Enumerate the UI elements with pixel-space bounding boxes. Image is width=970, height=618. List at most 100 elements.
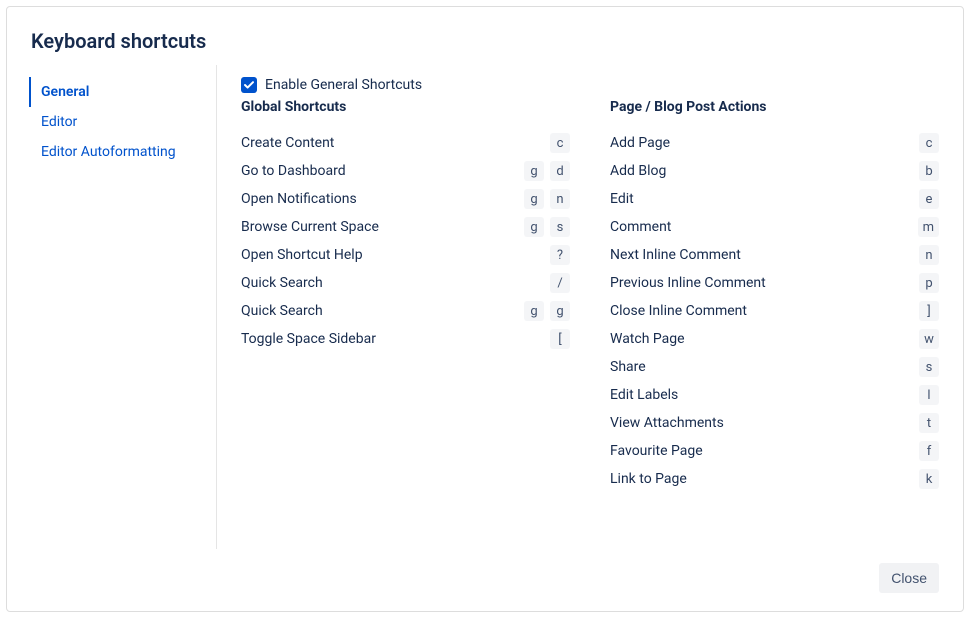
shortcut-label: Add Page bbox=[610, 135, 919, 151]
shortcut-row: Open Shortcut Help? bbox=[241, 241, 570, 269]
sidebar-item-label: Editor bbox=[41, 114, 77, 130]
shortcut-keys: w bbox=[919, 329, 939, 349]
keyboard-key: d bbox=[550, 161, 570, 181]
shortcut-keys: f bbox=[919, 441, 939, 461]
shortcut-columns: Global ShortcutsCreate ContentcGo to Das… bbox=[241, 99, 939, 493]
content-panel: Enable General Shortcuts Global Shortcut… bbox=[217, 65, 939, 549]
shortcut-label: Next Inline Comment bbox=[610, 247, 919, 263]
keyboard-key: c bbox=[550, 133, 570, 153]
shortcut-keys: p bbox=[919, 273, 939, 293]
keyboard-key: t bbox=[919, 413, 939, 433]
keyboard-key: s bbox=[919, 357, 939, 377]
keyboard-key: c bbox=[919, 133, 939, 153]
shortcut-keys: / bbox=[550, 273, 570, 293]
shortcut-row: Browse Current Spacegs bbox=[241, 213, 570, 241]
shortcut-row: View Attachmentst bbox=[610, 409, 939, 437]
sidebar: General Editor Editor Autoformatting bbox=[31, 65, 217, 549]
keyboard-key: n bbox=[919, 245, 939, 265]
keyboard-key: f bbox=[919, 441, 939, 461]
shortcut-keys: t bbox=[919, 413, 939, 433]
shortcut-keys: l bbox=[919, 385, 939, 405]
sidebar-item-editor-autoformatting[interactable]: Editor Autoformatting bbox=[29, 137, 208, 167]
sidebar-item-label: Editor Autoformatting bbox=[41, 144, 176, 160]
shortcut-label: Edit bbox=[610, 191, 919, 207]
keyboard-key: w bbox=[919, 329, 939, 349]
shortcut-row: Quick Search/ bbox=[241, 269, 570, 297]
shortcut-keys: n bbox=[919, 245, 939, 265]
shortcut-label: Close Inline Comment bbox=[610, 303, 919, 319]
keyboard-key: e bbox=[919, 189, 939, 209]
sidebar-item-editor[interactable]: Editor bbox=[29, 107, 208, 137]
column-title: Global Shortcuts bbox=[241, 99, 570, 115]
shortcut-row: Previous Inline Commentp bbox=[610, 269, 939, 297]
keyboard-key: s bbox=[550, 217, 570, 237]
close-button[interactable]: Close bbox=[879, 563, 939, 593]
shortcut-row: Favourite Pagef bbox=[610, 437, 939, 465]
shortcut-label: Open Notifications bbox=[241, 191, 524, 207]
shortcut-keys: e bbox=[919, 189, 939, 209]
shortcut-row: Open Notificationsgn bbox=[241, 185, 570, 213]
column-title: Page / Blog Post Actions bbox=[610, 99, 939, 115]
shortcut-label: View Attachments bbox=[610, 415, 919, 431]
keyboard-key: [ bbox=[550, 329, 570, 349]
shortcut-label: Previous Inline Comment bbox=[610, 275, 919, 291]
shortcut-row: Add Blogb bbox=[610, 157, 939, 185]
shortcut-label: Browse Current Space bbox=[241, 219, 524, 235]
keyboard-key: g bbox=[524, 301, 544, 321]
sidebar-item-label: General bbox=[41, 84, 89, 100]
keyboard-key: k bbox=[919, 469, 939, 489]
shortcut-column: Page / Blog Post ActionsAdd PagecAdd Blo… bbox=[610, 99, 939, 493]
shortcut-keys: s bbox=[919, 357, 939, 377]
shortcut-keys: gg bbox=[524, 301, 570, 321]
shortcut-keys: gd bbox=[524, 161, 570, 181]
shortcut-column: Global Shortcuts Create Contentc Go to Das… bbox=[241, 99, 570, 493]
keyboard-key: n bbox=[550, 189, 570, 209]
enable-shortcuts-label: Enable General Shortcuts bbox=[265, 77, 422, 93]
keyboard-key: b bbox=[919, 161, 939, 181]
dialog-body: General Editor Editor Autoformatting Enabl… bbox=[7, 65, 963, 549]
keyboard-key: p bbox=[919, 273, 939, 293]
keyboard-key: g bbox=[524, 189, 544, 209]
enable-shortcuts-row: Enable General Shortcuts bbox=[241, 77, 939, 93]
shortcut-row: Edite bbox=[610, 185, 939, 213]
shortcut-keys: ] bbox=[919, 301, 939, 321]
keyboard-key: ] bbox=[919, 301, 939, 321]
shortcut-label: Share bbox=[610, 359, 919, 375]
shortcut-row: Create Contentc bbox=[241, 129, 570, 157]
keyboard-key: g bbox=[550, 301, 570, 321]
shortcut-label: Comment bbox=[610, 219, 918, 235]
shortcut-keys: m bbox=[918, 217, 939, 237]
shortcut-keys: b bbox=[919, 161, 939, 181]
shortcut-label: Create Content bbox=[241, 135, 550, 151]
shortcut-keys: c bbox=[550, 133, 570, 153]
shortcut-row: Close Inline Comment] bbox=[610, 297, 939, 325]
enable-shortcuts-checkbox[interactable] bbox=[241, 77, 257, 93]
shortcut-row: Quick Searchgg bbox=[241, 297, 570, 325]
shortcut-keys: c bbox=[919, 133, 939, 153]
shortcut-label: Favourite Page bbox=[610, 443, 919, 459]
dialog-title: Keyboard shortcuts bbox=[31, 29, 939, 53]
keyboard-key: g bbox=[524, 217, 544, 237]
dialog-header: Keyboard shortcuts bbox=[7, 7, 963, 65]
keyboard-key: l bbox=[919, 385, 939, 405]
shortcut-label: Quick Search bbox=[241, 303, 524, 319]
check-icon bbox=[243, 79, 255, 91]
keyboard-key: ? bbox=[550, 245, 570, 265]
shortcut-row: Link to Pagek bbox=[610, 465, 939, 493]
shortcut-label: Go to Dashboard bbox=[241, 163, 524, 179]
sidebar-item-general[interactable]: General bbox=[29, 77, 208, 107]
shortcut-label: Open Shortcut Help bbox=[241, 247, 550, 263]
shortcut-row: Next Inline Commentn bbox=[610, 241, 939, 269]
keyboard-key: g bbox=[524, 161, 544, 181]
shortcut-row: Shares bbox=[610, 353, 939, 381]
keyboard-shortcuts-dialog: Keyboard shortcuts General Editor Editor A… bbox=[6, 6, 964, 612]
shortcut-keys: gs bbox=[524, 217, 570, 237]
shortcut-keys: gn bbox=[524, 189, 570, 209]
keyboard-key: m bbox=[918, 217, 939, 237]
shortcut-keys: [ bbox=[550, 329, 570, 349]
shortcut-label: Edit Labels bbox=[610, 387, 919, 403]
shortcut-row: Edit Labelsl bbox=[610, 381, 939, 409]
shortcut-row: Add Pagec bbox=[610, 129, 939, 157]
shortcut-row: Watch Pagew bbox=[610, 325, 939, 353]
shortcut-label: Toggle Space Sidebar bbox=[241, 331, 550, 347]
